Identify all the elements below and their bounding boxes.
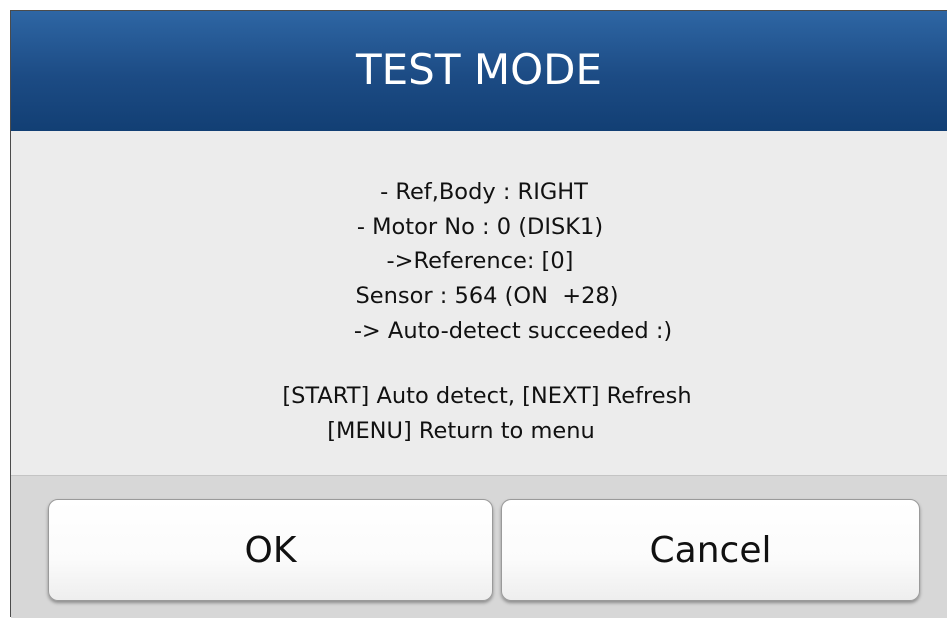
cancel-button-label: Cancel xyxy=(649,529,772,571)
message-line-auto-detect-result: -> Auto-detect succeeded :) xyxy=(353,318,673,344)
ok-button-label: OK xyxy=(244,529,297,571)
cancel-button[interactable]: Cancel xyxy=(501,499,920,601)
message-line-motor-no: - Motor No : 0 (DISK1) xyxy=(356,214,604,240)
button-bar: OK Cancel xyxy=(11,475,947,618)
dialog-title: TEST MODE xyxy=(355,44,603,94)
message-line-reference: ->Reference: [0] xyxy=(386,248,574,274)
message-area: - Ref,Body : RIGHT - Motor No : 0 (DISK1… xyxy=(11,131,947,475)
message-line-sensor: Sensor : 564 (ON +28) xyxy=(355,283,619,309)
title-bar: TEST MODE xyxy=(11,11,947,131)
test-mode-dialog: TEST MODE - Ref,Body : RIGHT - Motor No … xyxy=(10,10,947,618)
message-line-ref-body: - Ref,Body : RIGHT xyxy=(380,179,588,205)
ok-button[interactable]: OK xyxy=(48,499,493,601)
message-line-menu-hint: [MENU] Return to menu xyxy=(327,418,595,444)
message-line-start-next-hint: [START] Auto detect, [NEXT] Refresh xyxy=(282,383,692,409)
